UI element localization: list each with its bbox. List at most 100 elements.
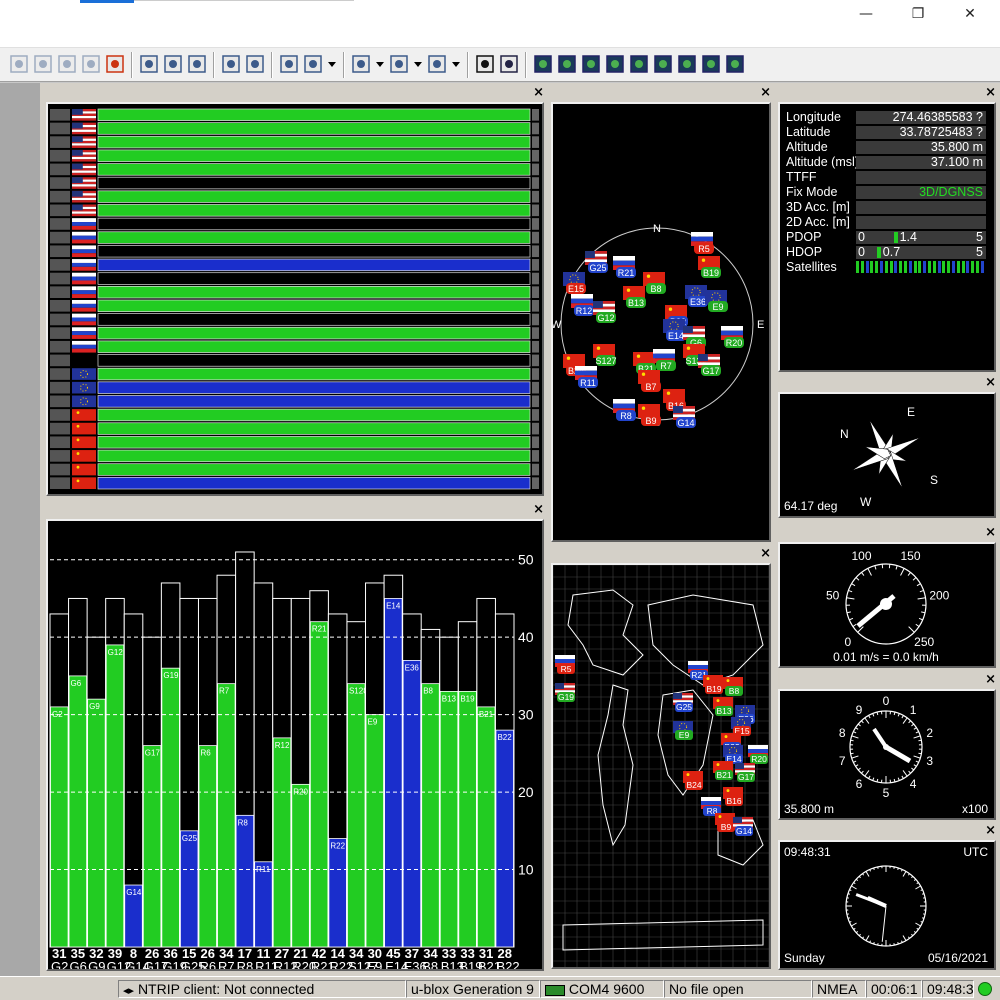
- speedometer-pane: × 0 50 100 150 200 250 0.01 m/s = 0.0 km/h: [776, 525, 998, 670]
- signal-icon[interactable]: [556, 53, 578, 75]
- load-config-icon[interactable]: [162, 53, 184, 75]
- needle-hub: [880, 598, 892, 610]
- dropdown-icon[interactable]: [326, 53, 338, 75]
- clock-tick: [897, 867, 899, 871]
- chart-c-icon[interactable]: [426, 53, 448, 75]
- bar-icon[interactable]: [580, 53, 602, 75]
- nav-value: [856, 201, 986, 214]
- compass-w: W: [860, 495, 872, 509]
- satellite-indicator: [937, 261, 941, 273]
- sv-id-cell: [50, 477, 70, 489]
- close-pane-button[interactable]: ×: [760, 85, 771, 101]
- chart-b-icon[interactable]: [388, 53, 410, 75]
- sv-level-bar: [97, 449, 531, 463]
- sv-id-cell: [50, 272, 70, 285]
- dropdown-icon[interactable]: [374, 53, 386, 75]
- toolbar-separator: [343, 52, 345, 78]
- satellite-label: E9: [712, 302, 723, 312]
- sv-id-cell: [50, 177, 70, 189]
- satellite-label: G25: [676, 702, 692, 712]
- sv-level-bar: [97, 149, 531, 162]
- satellites-label: Satellites: [786, 260, 837, 274]
- close-window-button[interactable]: ✕: [944, 0, 996, 28]
- nav-row: Longitude 274.46385583 ?: [786, 110, 986, 125]
- chart-a-icon[interactable]: [350, 53, 372, 75]
- close-pane-button[interactable]: ×: [985, 672, 996, 688]
- compass-frame: N E S W 64.17 deg: [778, 392, 996, 518]
- toolbar-separator: [213, 52, 215, 78]
- restore-button[interactable]: ❐: [892, 0, 944, 28]
- signal-bar: [50, 706, 69, 948]
- flag-icon: [72, 245, 96, 258]
- sky-view-icon[interactable]: [532, 53, 554, 75]
- copy-icon[interactable]: [56, 53, 78, 75]
- receiver-status: u-blox Generation 9: [406, 980, 540, 998]
- list-icon[interactable]: [628, 53, 650, 75]
- close-pane-button[interactable]: ×: [985, 823, 996, 839]
- pdop-marker: [893, 232, 898, 243]
- close-pane-button[interactable]: ×: [985, 525, 996, 541]
- bar-label: G6: [71, 679, 82, 688]
- console-icon[interactable]: [474, 53, 496, 75]
- print-preview-icon[interactable]: [8, 53, 30, 75]
- nav-label: Longitude: [786, 110, 841, 124]
- navigation-frame: Longitude 274.46385583 ? Latitude 33.787254…: [778, 102, 996, 372]
- table-view-icon[interactable]: [302, 53, 324, 75]
- nav-label: Latitude: [786, 125, 831, 139]
- close-pane-button[interactable]: ×: [533, 85, 544, 101]
- close-pane-button[interactable]: ×: [760, 546, 771, 562]
- toolbar-separator: [271, 52, 273, 78]
- bar-label: G9: [89, 702, 100, 711]
- satellite-indicator: [971, 261, 975, 273]
- view-split-icon[interactable]: [220, 53, 242, 75]
- sv-level-marker: [532, 436, 539, 449]
- alt-hub: [883, 744, 889, 750]
- satellite-marker: G12: [593, 301, 616, 323]
- close-pane-button[interactable]: ×: [985, 375, 996, 391]
- y-tick-label: 30: [518, 707, 534, 723]
- clock-frame: 09:48:31 UTC Sunday 05/16/2021: [778, 840, 996, 970]
- y-tick-label: 10: [518, 862, 534, 878]
- target-icon[interactable]: [498, 53, 520, 75]
- pdop-gauge: 0 1.4 5: [856, 231, 986, 244]
- dropdown-icon[interactable]: [412, 53, 424, 75]
- tools-icon[interactable]: [724, 53, 746, 75]
- save-config-icon[interactable]: [186, 53, 208, 75]
- satellite-marker: G25: [673, 693, 693, 712]
- category-label: E9: [367, 959, 383, 969]
- clock-icon[interactable]: [700, 53, 722, 75]
- satellite-marker: G14: [733, 817, 753, 836]
- satellite-indicator: [952, 261, 955, 273]
- close-pane-button[interactable]: ×: [533, 502, 544, 518]
- paste-icon[interactable]: [80, 53, 102, 75]
- sv-id-cell: [50, 436, 70, 449]
- sv-level-marker: [532, 477, 539, 489]
- satellite-icon[interactable]: [676, 53, 698, 75]
- signal-bar: [328, 838, 347, 948]
- dropdown-icon[interactable]: [450, 53, 462, 75]
- minimize-button[interactable]: —: [840, 0, 892, 28]
- flag-icon: [72, 149, 96, 162]
- new-config-icon[interactable]: [138, 53, 160, 75]
- globe-icon[interactable]: [604, 53, 626, 75]
- alt-tick-label: 8: [839, 726, 846, 740]
- sv-id-cell: [50, 340, 70, 353]
- bar-label: B13: [442, 694, 457, 703]
- view-panes-icon[interactable]: [244, 53, 266, 75]
- speed-tick-label: 50: [826, 589, 840, 603]
- compass-icon[interactable]: [652, 53, 674, 75]
- satellite-label: E14: [668, 331, 684, 341]
- stop-icon[interactable]: [104, 53, 126, 75]
- bar-label: G17: [145, 749, 161, 758]
- cut-icon[interactable]: [32, 53, 54, 75]
- satellite-indicator: [966, 261, 970, 273]
- nav-value: 33.78725483 ?: [856, 126, 986, 139]
- flag-icon: [72, 190, 96, 203]
- port-status[interactable]: COM4 9600: [540, 980, 664, 998]
- nav-value: [856, 216, 986, 229]
- close-pane-button[interactable]: ×: [985, 85, 996, 101]
- statistics-icon[interactable]: [278, 53, 300, 75]
- east-label: E: [757, 319, 764, 331]
- satellite-indicator: [894, 261, 898, 273]
- y-tick-label: 20: [518, 784, 534, 800]
